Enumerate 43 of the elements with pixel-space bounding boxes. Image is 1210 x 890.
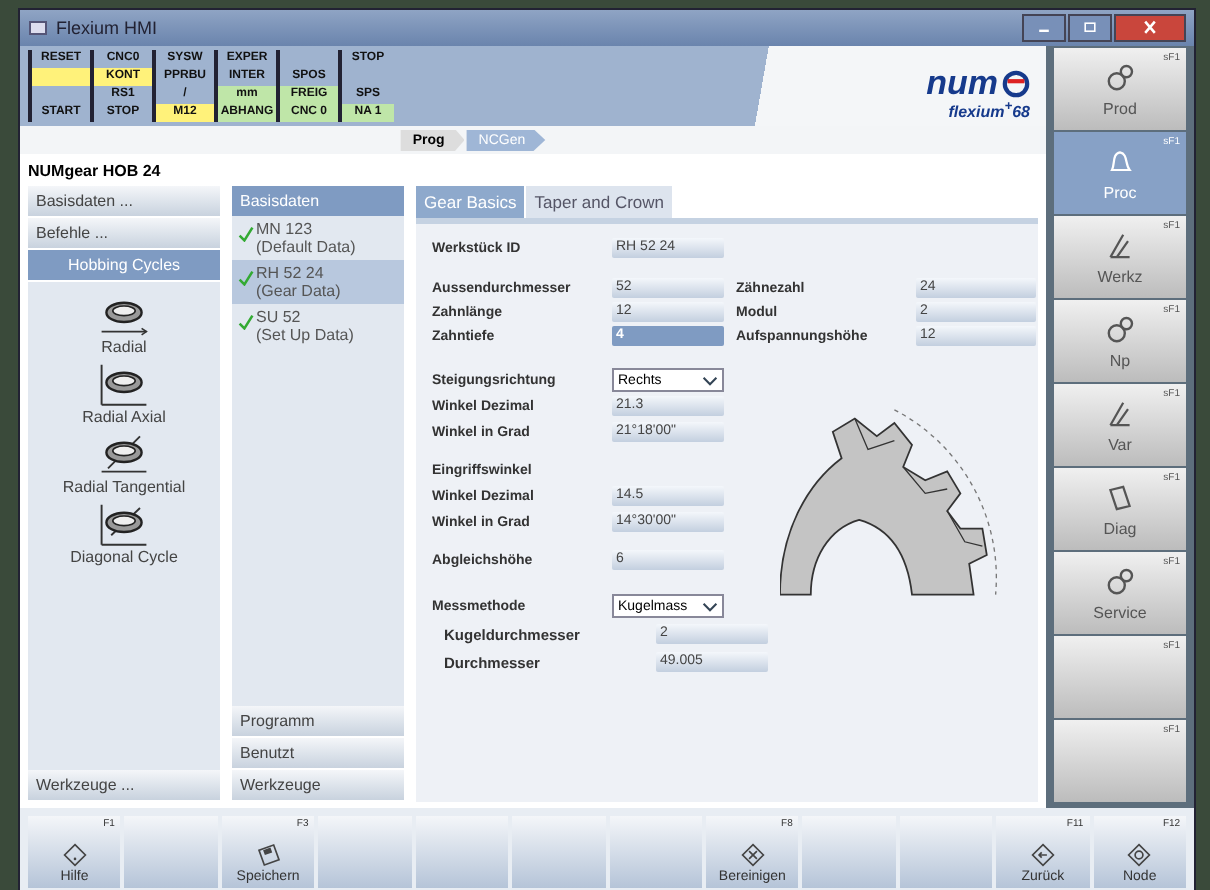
cycle-label: Radial Tangential <box>62 478 186 496</box>
close-icon <box>1140 20 1160 36</box>
cycle-label: Radial <box>101 338 147 356</box>
help-icon <box>61 842 88 868</box>
close-button[interactable] <box>1114 14 1186 42</box>
app-icon <box>28 18 48 38</box>
window-title: Flexium HMI <box>56 18 160 38</box>
nav-item[interactable]: Programm <box>232 706 404 738</box>
product-name: flexium$^{+}$68 <box>948 100 1030 122</box>
brand-logo-text: num <box>926 66 998 101</box>
save-icon <box>255 842 282 868</box>
logo-emblem-icon <box>1002 69 1030 98</box>
cycle-label: Radial Axial <box>82 408 166 426</box>
maximize-button[interactable] <box>1068 14 1112 42</box>
clear-icon <box>739 842 766 868</box>
file-list-item[interactable]: RH 52 24 (Gear Data) <box>232 260 404 304</box>
maximize-icon <box>1080 20 1100 36</box>
minimize-button[interactable] <box>1022 14 1066 42</box>
file-list-item[interactable]: MN 123 (Default Data) <box>232 216 404 260</box>
app-title: NUMgear HOB 24 <box>28 160 163 184</box>
bell-icon <box>1104 145 1136 177</box>
file-description: (Default Data) <box>256 238 356 256</box>
file-list-item[interactable]: SU 52 (Set Up Data) <box>232 304 404 348</box>
file-description: (Set Up Data) <box>256 326 354 344</box>
file-description: (Gear Data) <box>256 282 341 300</box>
chevron-down-icon <box>702 599 718 613</box>
file-name: MN 123 <box>256 220 315 238</box>
file-name: SU 52 <box>256 308 303 326</box>
gears-icon <box>1104 565 1136 597</box>
chevron-down-icon <box>702 373 718 387</box>
list-header: Basisdaten <box>232 186 404 216</box>
file-name: RH 52 24 <box>256 264 326 282</box>
gears-icon <box>1104 313 1136 345</box>
nav-item[interactable]: Werkzeuge ... <box>28 770 220 802</box>
nav-item[interactable]: Basisdaten ... <box>28 186 220 218</box>
back-icon <box>1029 842 1056 868</box>
cycle-label: Diagonal Cycle <box>70 548 178 566</box>
nav-item[interactable]: Benutzt <box>232 738 404 770</box>
tab[interactable]: Taper and Crown <box>526 186 673 218</box>
nav-item[interactable]: Werkzeuge <box>232 770 404 802</box>
gears-icon <box>1104 61 1136 93</box>
network-icon <box>1126 842 1153 868</box>
nav-item[interactable]: Befehle ... <box>28 218 220 250</box>
